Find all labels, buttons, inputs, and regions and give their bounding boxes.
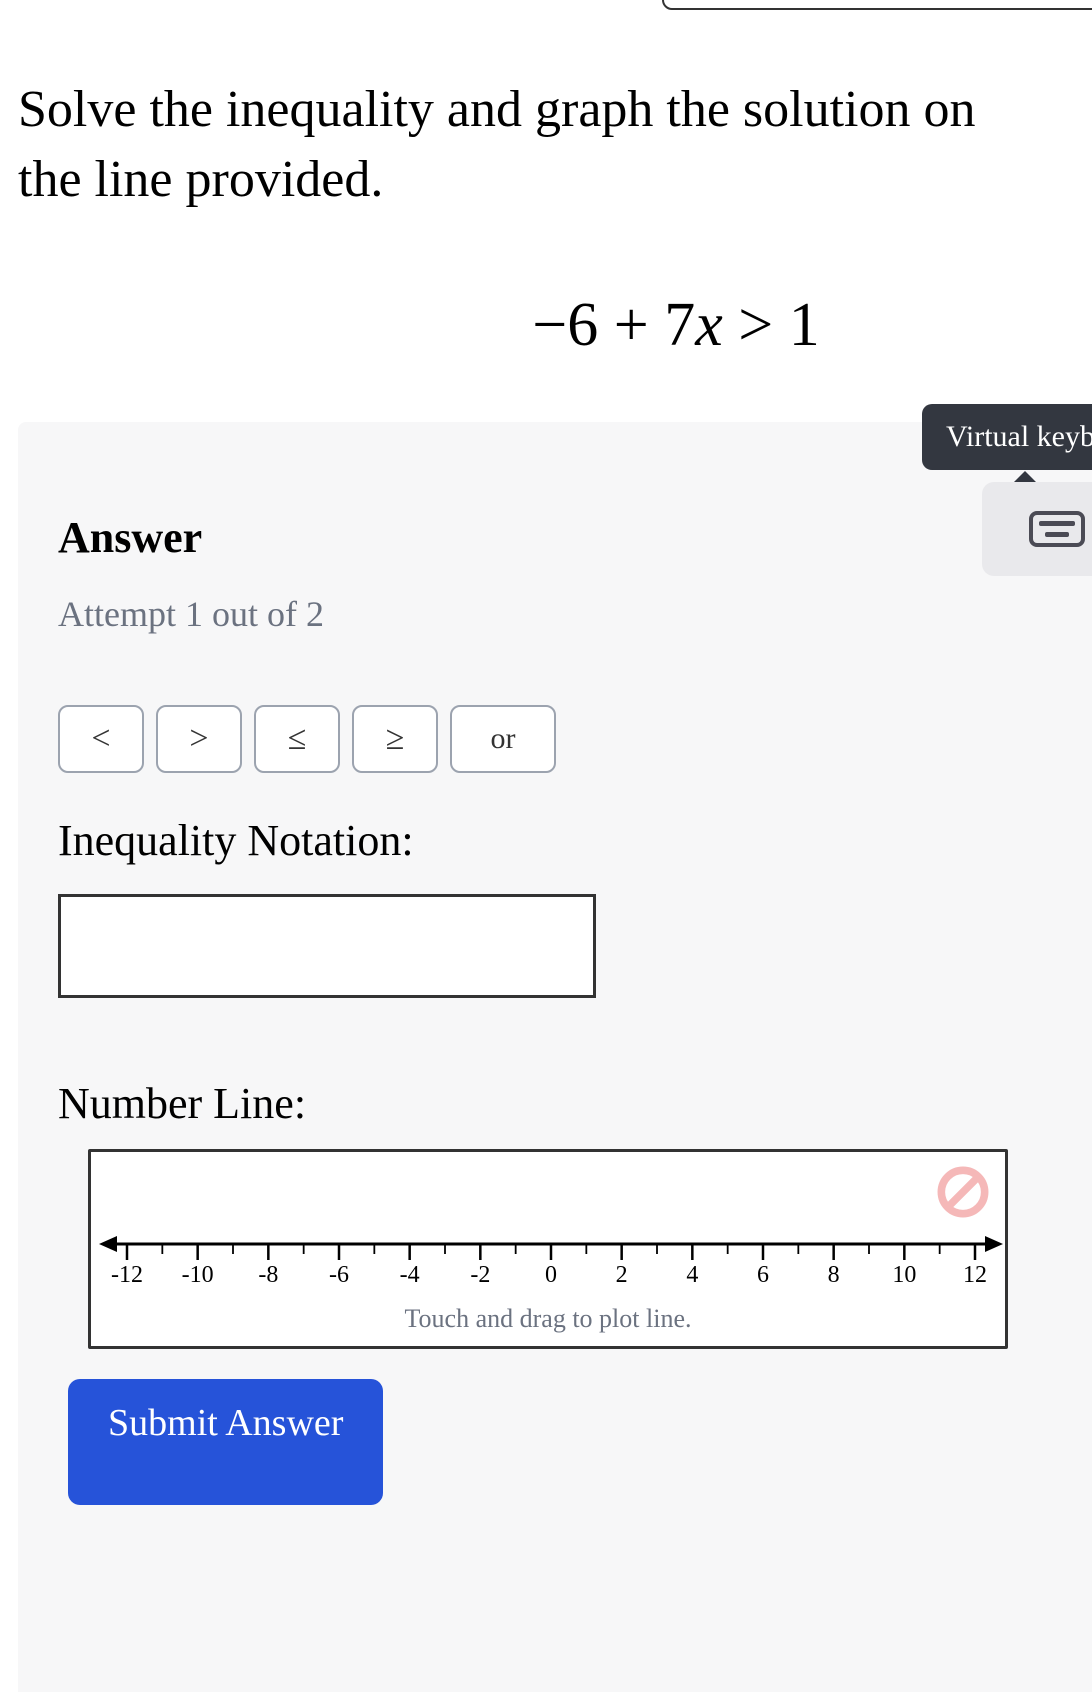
less-than-button[interactable]: < [58,705,144,773]
attempt-text: Attempt 1 out of 2 [58,593,1052,635]
drag-hint-text: Touch and drag to plot line. [91,1304,1005,1334]
tick-label: 8 [828,1262,840,1289]
greater-equal-button[interactable]: ≥ [352,705,438,773]
inequality-input[interactable] [58,894,596,998]
less-equal-button[interactable]: ≤ [254,705,340,773]
or-button[interactable]: or [450,705,556,773]
eq-op: > [723,291,789,359]
eq-rhs: 1 [789,291,820,359]
tick-label: 10 [892,1262,916,1289]
answer-heading: Answer [58,512,1052,563]
tick-label: -8 [258,1262,278,1289]
tick-label: -6 [329,1262,349,1289]
tick-label: -10 [182,1262,214,1289]
tick-label: -4 [400,1262,420,1289]
tick-label: 0 [545,1262,557,1289]
tick-label: 12 [963,1262,987,1289]
virtual-keyboard-button[interactable] [982,482,1092,576]
number-line-canvas[interactable]: -12 -10 -8 -6 -4 -2 0 2 4 6 8 10 12 Touch and drag t… [88,1149,1008,1349]
top-partial-box [662,0,1092,10]
tick-label: -2 [470,1262,490,1289]
eq-variable: x [695,291,723,359]
tick-label: 2 [616,1262,628,1289]
answer-panel: Virtual keybo Answer Attempt 1 out of 2 … [18,422,1092,1692]
tick-label: 6 [757,1262,769,1289]
symbol-toolbar: < > ≤ ≥ or [58,705,1052,773]
submit-answer-button[interactable]: Submit Answer [68,1379,383,1505]
inequality-notation-label: Inequality Notation: [58,815,1052,866]
question-text: Solve the inequality and graph the solut… [18,75,1052,215]
virtual-keyboard-tooltip: Virtual keybo [922,404,1092,470]
tick-label: -12 [111,1262,143,1289]
keyboard-icon [1029,511,1085,547]
greater-than-button[interactable]: > [156,705,242,773]
eq-lhs: −6 + 7 [532,291,695,359]
number-line-label: Number Line: [58,1078,1052,1129]
clear-plot-icon[interactable] [937,1166,989,1218]
tick-label: 4 [686,1262,698,1289]
inequality-equation: −6 + 7x > 1 [0,290,1092,361]
